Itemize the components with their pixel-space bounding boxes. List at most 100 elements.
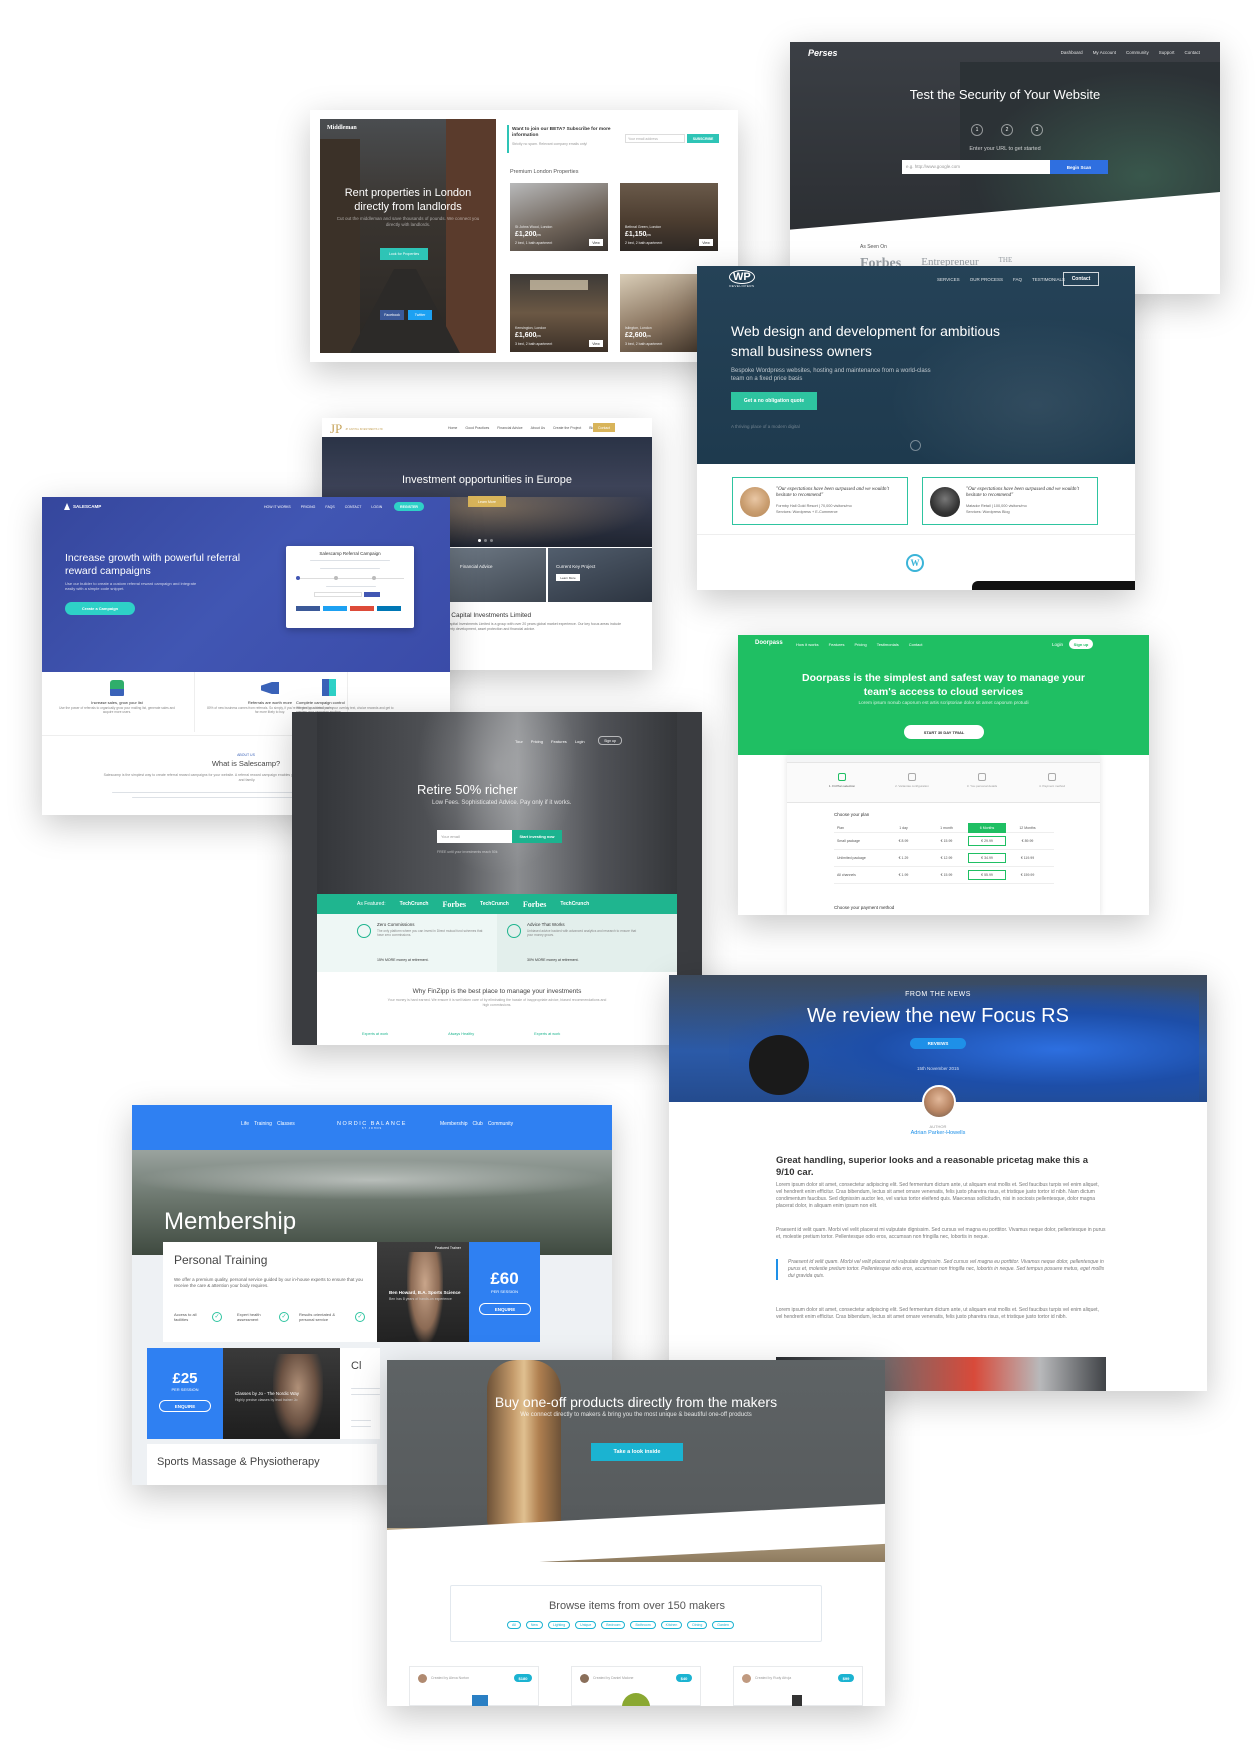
tag[interactable]: New (525, 1621, 543, 1629)
nav-item[interactable]: Tour (515, 739, 523, 744)
step-item[interactable]: 3. You personal details (952, 773, 1012, 797)
nav-item[interactable]: Training (254, 1121, 272, 1127)
learn-more-button[interactable]: Learn More (556, 574, 580, 581)
nav-item[interactable]: My Account (1093, 50, 1116, 55)
login-link[interactable]: Login (1052, 642, 1063, 647)
signup-button[interactable]: Sign up (598, 736, 622, 745)
nav-item[interactable]: FAQ (1013, 277, 1022, 282)
cell[interactable]: € 12.99 (925, 856, 968, 860)
property-card[interactable]: St Johns Wood, London £1,200pw 2 bed, 1 … (510, 183, 608, 251)
nav-item[interactable]: Community (488, 1121, 513, 1127)
learn-more-button[interactable]: Learn More (468, 496, 506, 507)
nav-item[interactable]: Community (1126, 50, 1149, 55)
cell[interactable]: € 1.29 (882, 856, 925, 860)
cell-selected[interactable]: € 29.99 (968, 836, 1006, 846)
cell[interactable]: € 159.99 (1006, 873, 1049, 877)
tag[interactable]: Bathroom (630, 1621, 656, 1629)
twitter-button[interactable]: Twitter (408, 310, 432, 320)
nav-item[interactable]: Support (1159, 50, 1175, 55)
contact-button[interactable]: Contact (593, 423, 615, 432)
nav-item[interactable]: TESTIMONIALS (1032, 277, 1065, 282)
step-item[interactable]: 4. Payment method (1022, 773, 1082, 797)
nav-item[interactable]: Membership (440, 1121, 468, 1127)
nav-item[interactable]: LOGIN (371, 505, 382, 509)
take-a-look-button[interactable]: Take a look inside (591, 1443, 683, 1461)
nav-item[interactable]: Pricing (531, 739, 543, 744)
nav-item[interactable]: FAQS (325, 505, 334, 509)
author-name[interactable]: Adrian Parker-Howells (669, 1130, 1207, 1136)
jp-logo[interactable]: JP JP CAPITAL INVESTMENTS LTD (330, 421, 383, 437)
nav-item[interactable]: SERVICES (937, 277, 960, 282)
middleman-brand[interactable]: Middleman (327, 125, 357, 131)
url-input[interactable]: e.g. http://www.google.com (902, 160, 1050, 174)
nav-item[interactable]: About Us (531, 426, 545, 430)
tag[interactable]: Bedroom (601, 1621, 626, 1629)
step-item[interactable]: 2. Variantas configuration (882, 773, 942, 797)
begin-scan-button[interactable]: Begin Scan (1050, 160, 1108, 174)
product-card[interactable]: Created by Rudy Afroja $99 (733, 1666, 863, 1706)
look-for-properties-button[interactable]: Look for Properties (380, 248, 428, 260)
signup-button[interactable]: Sign up (1069, 639, 1093, 649)
subscribe-button[interactable]: SUBSCRIBE (687, 134, 719, 143)
view-button[interactable]: View (589, 239, 603, 246)
author-avatar[interactable] (922, 1085, 956, 1119)
cell[interactable]: € 119.99 (1006, 856, 1049, 860)
product-card[interactable]: Created by Alexa Norton $180 (409, 1666, 539, 1706)
reviews-tag[interactable]: REVIEWS (910, 1038, 966, 1049)
nav-item[interactable]: OUR PROCESS (970, 277, 1003, 282)
start-trial-button[interactable]: START 30 DAY TRIAL (904, 725, 984, 739)
nav-item[interactable]: Good Practices (465, 426, 489, 430)
email-input[interactable]: Your email (437, 830, 512, 843)
nordic-logo[interactable]: NORDIC BALANCE ST JOHNS (322, 1121, 422, 1130)
view-button[interactable]: View (699, 239, 713, 246)
tag[interactable]: Garden (712, 1621, 734, 1629)
col-header-selected[interactable]: 6 Months (968, 822, 1006, 833)
nav-item[interactable]: Contact (1184, 50, 1200, 55)
property-card[interactable]: Bethnal Green, London £1,150pw 2 bed, 2 … (620, 183, 718, 251)
enquire-button[interactable]: ENQUIRE (159, 1400, 211, 1412)
modal-button[interactable] (364, 592, 380, 597)
product-card[interactable]: Created by Daniel Malone $40 (571, 1666, 701, 1706)
nav-item[interactable]: Dashboard (1061, 50, 1083, 55)
nav-item[interactable]: PRICING (301, 505, 316, 509)
tag[interactable]: Kitchen (660, 1621, 683, 1629)
nav-item[interactable]: Home (448, 426, 457, 430)
nav-item[interactable]: Create the Project (553, 426, 581, 430)
facebook-button[interactable]: Facebook (380, 310, 404, 320)
view-button[interactable]: View (589, 340, 603, 347)
contact-button[interactable]: Contact (1063, 272, 1099, 286)
wp-logo[interactable]: WP DEVELOPERS (729, 270, 755, 288)
trainer-photo[interactable]: Featured Trainer Ben Howard, B.A. Sports… (377, 1242, 469, 1342)
tag[interactable]: Dining (687, 1621, 708, 1629)
cell[interactable]: € 1.99 (882, 873, 925, 877)
tile[interactable]: Current Key Project Learn More (548, 548, 652, 602)
nav-item[interactable]: Pricing (854, 642, 866, 647)
nav-item[interactable]: Financial Advice (497, 426, 522, 430)
salescamp-logo[interactable]: SALESCAMP (64, 503, 101, 510)
tag[interactable]: All (507, 1621, 521, 1629)
perses-logo[interactable]: Perses (808, 48, 838, 58)
modal-input[interactable] (314, 592, 362, 597)
class-photo[interactable]: Classes by Jo - The Nordic Way Highly pr… (223, 1348, 340, 1439)
nav-item[interactable]: Login (575, 739, 585, 744)
nav-item[interactable]: CONTACT (345, 505, 362, 509)
nav-item[interactable]: Features (551, 739, 567, 744)
nav-item[interactable]: HOW IT WORKS (264, 505, 291, 509)
cell[interactable]: € 15.99 (925, 873, 968, 877)
campaign-modal[interactable]: Salescamp Referral Campaign (286, 546, 414, 628)
nav-item[interactable]: How it works (796, 642, 819, 647)
tag[interactable]: Lighting (547, 1621, 571, 1629)
nav-item[interactable]: Club (473, 1121, 483, 1127)
nav-item[interactable]: Life (241, 1121, 249, 1127)
email-input[interactable]: Your email address (625, 134, 685, 143)
cell[interactable]: € 15.99 (925, 839, 968, 843)
cell[interactable]: € 89.99 (1006, 839, 1049, 843)
create-campaign-button[interactable]: Create a Campaign (65, 602, 135, 615)
enquire-button[interactable]: ENQUIRE (479, 1303, 531, 1315)
tag[interactable]: Unique (575, 1621, 597, 1629)
cell-selected[interactable]: € 34.99 (968, 853, 1006, 863)
share-buttons[interactable] (296, 606, 401, 611)
table-row[interactable]: Small package € 8.99 € 15.99 € 29.99 € 8… (834, 833, 1054, 850)
nav-item[interactable]: Contact (909, 642, 923, 647)
doorpass-logo[interactable]: Doorpass (755, 640, 783, 646)
